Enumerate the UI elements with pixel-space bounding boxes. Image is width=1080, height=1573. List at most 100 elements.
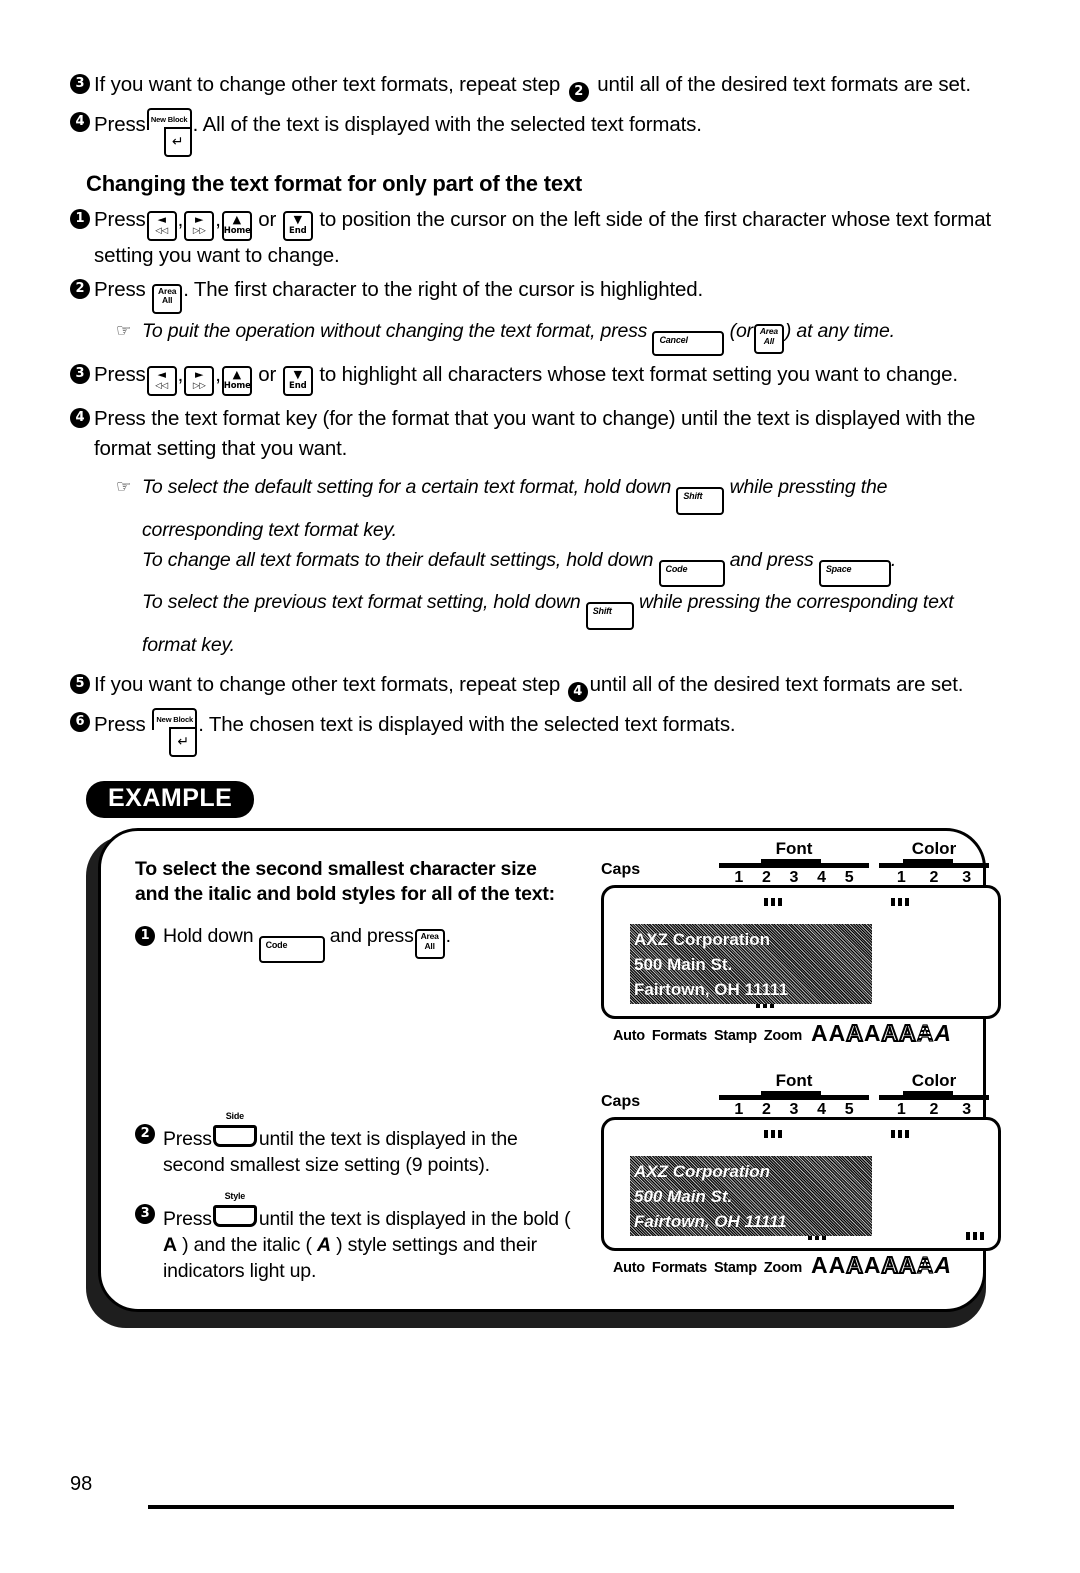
lcd-panel-1: Caps Font 1 2 3 4 5 Color 1 2 3 AXZ Corp…	[601, 839, 1001, 1045]
example-step-part2: and press	[329, 924, 414, 947]
example-step-1: 1 Hold down Code and press Area All.	[135, 923, 585, 963]
note-part2: (or	[729, 319, 753, 342]
step-text: Press ◄ ◁◁, ► ▷▷, ▲ Home or ▼ End to position t…	[94, 208, 991, 267]
color-scale-title: Color	[911, 838, 957, 858]
left-triangle-icon: ◄	[157, 213, 166, 226]
example-box-content: To select the second smallest character …	[101, 831, 1001, 1309]
style-a-solid-icon: A	[811, 1251, 828, 1278]
example-title: To select the second smallest character …	[135, 857, 585, 907]
font-scale: Font 1 2 3 4 5	[719, 839, 869, 886]
code-key-icon[interactable]: Code	[258, 935, 325, 963]
home-key-label: Home	[223, 380, 251, 391]
cursor-down-end-key-icon[interactable]: ▼ End	[282, 365, 313, 396]
scale-number: 3	[789, 1100, 799, 1118]
pointing-hand-icon: ☞	[116, 320, 132, 341]
step-text: If you want to change other text formats…	[94, 70, 971, 102]
color-position-indicator-icon	[891, 1129, 909, 1138]
page-footer: 98	[0, 1473, 1080, 1513]
formats-indicator-label: Formats	[651, 1259, 707, 1276]
step-bullet: 4	[70, 112, 90, 132]
note-text: To select the default setting for a cert…	[142, 472, 1010, 545]
example-badge: EXAMPLE	[86, 780, 255, 818]
step-text-before: Press	[94, 113, 146, 136]
new-block-key-icon[interactable]: New Block ↵	[146, 108, 192, 157]
right-triangle-icon: ►	[195, 213, 204, 226]
cursor-right-key-icon[interactable]: ► ▷▷	[184, 211, 215, 241]
style-a-shadow-icon: A	[863, 1251, 881, 1278]
scale-bar-high	[903, 858, 953, 867]
new-block-key-enter-glyph: ↵	[169, 726, 198, 757]
end-key-label: End	[289, 226, 307, 236]
lcd-top-indicators: Caps Font 1 2 3 4 5 Color 1 2 3	[601, 838, 1001, 886]
font-position-indicator-icon	[764, 897, 782, 906]
area-all-key-icon[interactable]: Area All	[152, 283, 183, 314]
section-heading: Changing the text format for only part o…	[86, 171, 583, 196]
lcd-line: Fairtown, OH 11111	[634, 979, 789, 999]
example-step-3: 3 Press Style until the text is displayed …	[135, 1191, 575, 1288]
style-indicator-row: A A A A A A A A	[811, 1019, 952, 1046]
left-triangle-icon: ◄	[157, 367, 166, 381]
cursor-right-key-icon[interactable]: ► ▷▷	[184, 365, 215, 396]
style-key-body	[212, 1204, 257, 1227]
style-indicator-row: A A A A A A A A	[811, 1251, 952, 1278]
cursor-left-key-icon[interactable]: ◄ ◁◁	[146, 211, 177, 241]
home-key-label: Home	[223, 226, 251, 236]
example-step-part3: .	[445, 924, 451, 947]
font-position-indicator-icon	[764, 1129, 782, 1138]
step-bullet: 1	[135, 925, 155, 946]
example-left-column: To select the second smallest character …	[135, 857, 585, 967]
scale-bar-high	[761, 1090, 821, 1099]
font-scale-numbers: 1 2 3 4 5	[719, 869, 869, 886]
font-scale-title: Font	[775, 838, 813, 858]
step-tail: . The first character to the right of th…	[183, 278, 704, 301]
step-text-after: . All of the text is displayed with the …	[192, 113, 702, 136]
style-a-italic-icon: A	[934, 1251, 952, 1278]
up-triangle-icon: ▲	[232, 367, 241, 381]
scale-bar-high	[903, 1090, 953, 1099]
space-key-icon[interactable]: Space	[818, 559, 891, 587]
step-lead: Press	[94, 362, 146, 386]
style-a-striped-icon: A	[916, 1251, 934, 1278]
step-bullet: 3	[135, 1203, 155, 1224]
cancel-key-icon[interactable]: Cancel	[652, 330, 725, 356]
side-key-icon[interactable]: Side	[212, 1111, 257, 1151]
shift-key-icon[interactable]: Shift	[676, 486, 725, 515]
example-step-text: Press Side until the text is displayed in …	[163, 1111, 565, 1178]
inline-step-ref-bullet: 2	[568, 82, 589, 102]
right-triangle-icon: ►	[195, 367, 204, 381]
page-number: 98	[70, 1473, 93, 1495]
example-step-2: 2 Press Side until the text is displayed i…	[135, 1111, 565, 1182]
example-step-part1: Hold down	[163, 924, 254, 947]
cursor-left-key-icon[interactable]: ◄ ◁◁	[146, 365, 177, 396]
cursor-up-home-key-icon[interactable]: ▲ Home	[221, 211, 252, 241]
note-part3: .	[890, 548, 897, 571]
code-key-icon[interactable]: Code	[658, 559, 725, 587]
area-all-key-icon[interactable]: Area All	[414, 929, 445, 959]
style-a-solid-icon: A	[811, 1019, 828, 1046]
step-text-after: until all of the desired text formats ar…	[597, 73, 971, 96]
lcd-line: 500 Main St.	[634, 1186, 733, 1206]
example-title-line2: and the italic and bold styles for all o…	[135, 882, 555, 905]
style-a-shadow-icon: A	[863, 1019, 881, 1046]
example-step-text: Press Style until the text is displayed in…	[163, 1191, 575, 1284]
lcd-screen: AXZ Corporation 500 Main St. Fairtown, O…	[601, 884, 1001, 1019]
step-text-before: Press	[94, 712, 146, 736]
note-text: To puit the operation without changing t…	[142, 316, 895, 356]
area-all-key-icon[interactable]: Area All	[753, 324, 784, 354]
step-text: Press New Block ↵. The chosen text is dis…	[94, 707, 736, 757]
cursor-up-home-key-icon[interactable]: ▲ Home	[221, 365, 252, 396]
font-scale: Font 1 2 3 4 5	[719, 1071, 869, 1118]
left-double-triangle-icon: ◁◁	[155, 380, 169, 391]
bold-a-sample: A	[163, 1233, 177, 1256]
step-row-4: 4 Press the text format key (for the for…	[70, 404, 1010, 464]
pointing-hand-icon: ☞	[116, 476, 132, 497]
shift-key-icon[interactable]: Shift	[585, 601, 634, 630]
lcd-bottom-indicators: Auto Formats Stamp Zoom A A A A A A A A	[601, 1019, 1001, 1046]
style-key-icon[interactable]: Style	[212, 1191, 257, 1231]
font-scale-title: Font	[775, 1070, 813, 1090]
new-block-key-icon[interactable]: New Block ↵	[152, 707, 198, 757]
cursor-down-end-key-icon[interactable]: ▼ End	[282, 211, 313, 241]
step-row-1: 1 Press ◄ ◁◁, ► ▷▷, ▲ Home or ▼ End to position…	[70, 205, 1010, 271]
step-bullet: 3	[70, 74, 90, 94]
step-row-top-3: 3 If you want to change other text forma…	[70, 70, 1010, 102]
